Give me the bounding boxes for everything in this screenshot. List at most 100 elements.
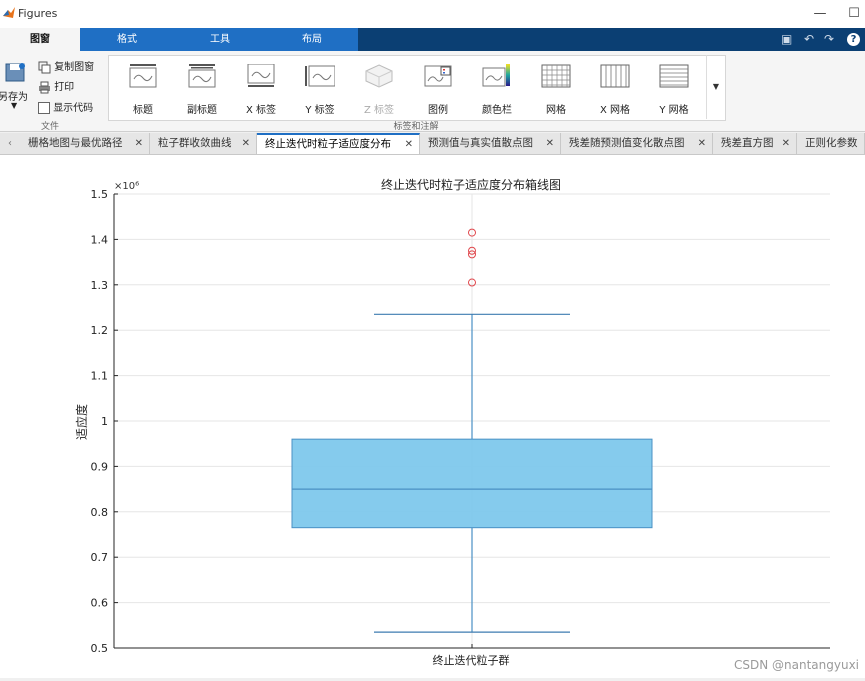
figure-tab[interactable]: 预测值与真实值散点图 ✕ xyxy=(420,133,561,154)
y-tick-label: 1 xyxy=(101,415,108,428)
chevron-down-icon: ▼ xyxy=(11,101,18,110)
labels-group-label: 标签和注解 xyxy=(393,122,439,132)
figure-tab-label: 预测值与真实值散点图 xyxy=(428,137,533,149)
ribbon-tabs: 图窗 格式 工具 布局 ▣ ↶ ↷ ? xyxy=(0,28,865,51)
ylabel-button[interactable]: Y 标签 xyxy=(291,56,349,120)
legend-button-label: 图例 xyxy=(428,105,448,116)
tab-format-label: 格式 xyxy=(117,34,137,45)
title-button-label: 标题 xyxy=(133,105,153,116)
show-code-label: 显示代码 xyxy=(53,103,94,114)
copy-figure-label: 复制图窗 xyxy=(54,62,95,73)
figure-tab[interactable]: 栅格地图与最优路径 ✕ xyxy=(20,133,150,154)
tab-format[interactable]: 格式 xyxy=(80,28,174,51)
figure-tab-label: 残差直方图 xyxy=(721,137,774,149)
y-tick-label: 0.7 xyxy=(91,551,109,564)
printer-icon xyxy=(39,81,50,93)
zlabel-button-label: Z 标签 xyxy=(363,105,395,116)
zlabel-icon xyxy=(365,64,393,88)
save-icon[interactable]: ▣ xyxy=(781,32,792,46)
tab-figure[interactable]: 图窗 xyxy=(0,28,80,51)
scroll-left-icon[interactable]: ‹ xyxy=(0,133,20,154)
close-icon[interactable]: ✕ xyxy=(405,135,413,154)
y-exponent-label: ×10⁶ xyxy=(114,181,139,192)
ygrid-button-label: Y 网格 xyxy=(659,105,689,116)
figure-tab-label: 终止迭代时粒子适应度分布 xyxy=(265,138,391,150)
colorbar-button-label: 颜色栏 xyxy=(482,105,512,116)
print-button[interactable]: 打印 xyxy=(38,78,74,94)
close-icon[interactable]: ✕ xyxy=(546,133,554,154)
ylabel-button-label: Y 标签 xyxy=(305,105,335,116)
xgrid-button[interactable]: X 网格 xyxy=(586,56,644,120)
help-icon[interactable]: ? xyxy=(847,33,860,46)
close-icon[interactable]: ✕ xyxy=(698,133,706,154)
y-tick-label: 1.2 xyxy=(91,324,109,337)
x-tick-label: 终止迭代粒子群 xyxy=(433,653,510,667)
figure-tab-label: 栅格地图与最优路径 xyxy=(28,137,123,149)
iqr-box xyxy=(291,438,653,529)
y-tick-label: 1.5 xyxy=(91,188,109,201)
matlab-logo-icon xyxy=(2,6,16,23)
watermark: CSDN @nantangyuxi xyxy=(733,658,859,672)
grid-icon xyxy=(541,64,571,88)
grid-button-label: 网格 xyxy=(546,105,566,116)
tab-figure-label: 图窗 xyxy=(30,34,50,45)
copy-icon xyxy=(38,61,51,73)
tab-tools-label: 工具 xyxy=(210,34,230,45)
tab-layout[interactable]: 布局 xyxy=(266,28,358,51)
file-group-label: 文件 xyxy=(40,122,59,132)
redo-icon[interactable]: ↷ xyxy=(824,32,834,46)
chart-title: 终止迭代时粒子适应度分布箱线图 xyxy=(381,177,561,192)
figure-tab[interactable]: 残差直方图 ✕ xyxy=(713,133,797,154)
xlabel-button[interactable]: X 标签 xyxy=(232,56,290,120)
y-tick-label: 0.6 xyxy=(91,597,109,610)
figure-tab-label: 粒子群收敛曲线 xyxy=(158,137,232,149)
checkbox-icon xyxy=(38,102,50,114)
subtitle-button[interactable]: 副标题 xyxy=(173,56,231,120)
title-button[interactable]: 标题 xyxy=(114,56,172,120)
boxplot-chart[interactable]: 0.5 0.6 0.7 0.8 0.9 1 1.1 1.2 1.3 1.4 1.5 终止迭代时粒子适… xyxy=(0,155,865,678)
figure-tab-active[interactable]: 终止迭代时粒子适应度分布 ✕ xyxy=(257,133,420,154)
y-tick-label: 0.9 xyxy=(91,460,109,473)
grid-button[interactable]: 网格 xyxy=(527,56,585,120)
figure-tab[interactable]: 粒子群收敛曲线 ✕ xyxy=(150,133,257,154)
title-icon xyxy=(129,64,157,88)
ylabel-icon xyxy=(305,65,335,87)
maximize-icon[interactable]: ☐ xyxy=(844,4,864,24)
tab-tools[interactable]: 工具 xyxy=(174,28,266,51)
xgrid-button-label: X 网格 xyxy=(599,105,631,116)
labels-annotations-group: 标题 副标题 X 标签 Y 标签 Z 标签 图例 颜色栏 网格 X 网格 Y 网… xyxy=(108,55,726,121)
window-title: Figures xyxy=(18,7,58,20)
colorbar-button[interactable]: 颜色栏 xyxy=(468,56,526,120)
ribbon-more-button[interactable]: ▼ xyxy=(706,55,725,119)
minimize-icon[interactable]: — xyxy=(810,4,830,24)
ygrid-icon xyxy=(659,64,689,88)
figure-tab[interactable]: 正则化参数 xyxy=(797,133,865,154)
save-as-button[interactable]: 另存为 ▼ xyxy=(0,57,34,119)
y-tick-label: 1.1 xyxy=(91,370,109,383)
save-as-icon xyxy=(5,63,25,82)
window-titlebar: Figures — ☐ xyxy=(0,0,865,28)
legend-icon xyxy=(424,65,452,87)
y-tick-label: 0.8 xyxy=(91,506,109,519)
copy-figure-button[interactable]: 复制图窗 xyxy=(38,58,94,74)
y-tick-label: 0.5 xyxy=(91,642,109,655)
show-code-checkbox[interactable]: 显示代码 xyxy=(38,99,93,114)
subtitle-button-label: 副标题 xyxy=(187,105,217,116)
close-icon[interactable]: ✕ xyxy=(782,133,790,154)
close-icon[interactable]: ✕ xyxy=(135,133,143,154)
zlabel-button[interactable]: Z 标签 xyxy=(350,56,408,120)
close-icon[interactable]: ✕ xyxy=(242,133,250,154)
file-group: 另存为 ▼ 复制图窗 打印 显示代码 文件 xyxy=(0,51,100,132)
xlabel-icon xyxy=(247,64,275,87)
figure-tab-strip: ‹ 栅格地图与最优路径 ✕ 粒子群收敛曲线 ✕ 终止迭代时粒子适应度分布 ✕ 预测值与… xyxy=(0,133,865,155)
y-tick-label: 1.4 xyxy=(91,233,109,246)
xgrid-icon xyxy=(600,64,630,88)
figure-tab[interactable]: 残差随预测值变化散点图 ✕ xyxy=(561,133,713,154)
figure-tab-label: 残差随预测值变化散点图 xyxy=(569,137,685,149)
xlabel-button-label: X 标签 xyxy=(245,105,277,116)
ygrid-button[interactable]: Y 网格 xyxy=(645,56,703,120)
figure-canvas: 0.5 0.6 0.7 0.8 0.9 1 1.1 1.2 1.3 1.4 1.5 终止迭代时粒子适… xyxy=(0,155,865,678)
legend-button[interactable]: 图例 xyxy=(409,56,467,120)
undo-icon[interactable]: ↶ xyxy=(804,32,814,46)
print-label: 打印 xyxy=(54,82,75,93)
